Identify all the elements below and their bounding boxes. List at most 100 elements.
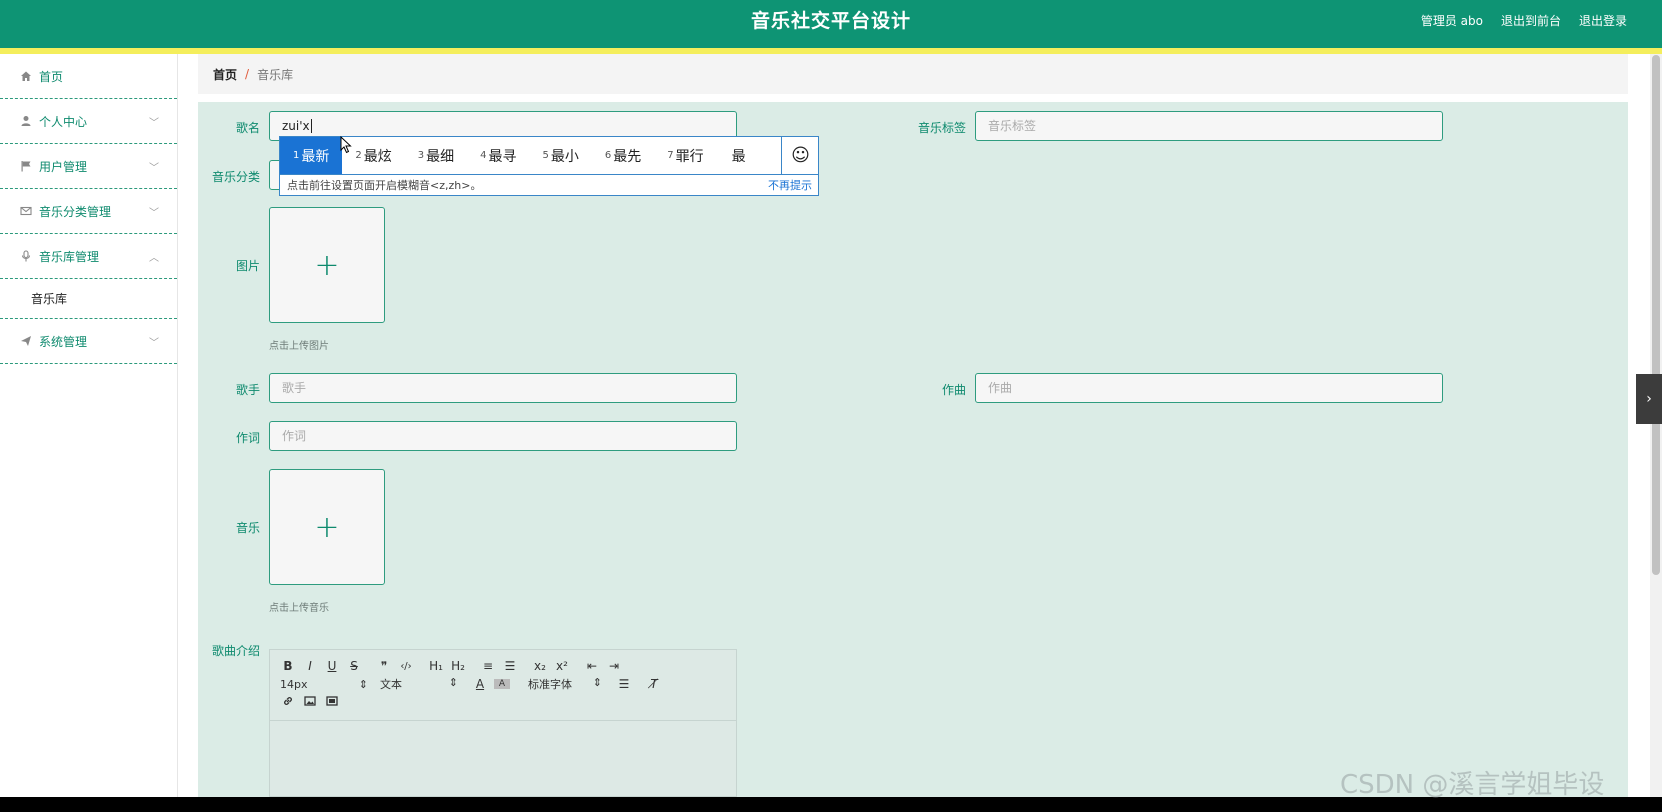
superscript-button[interactable]: x² xyxy=(554,659,570,673)
image-upload-hint: 点击上传图片 xyxy=(269,341,329,352)
mouse-cursor-icon xyxy=(340,135,352,158)
ime-candidate[interactable]: 7 罪行 xyxy=(654,137,716,174)
side-panel-toggle-button[interactable]: › xyxy=(1636,374,1662,424)
ordered-list-button[interactable]: ≡ xyxy=(480,659,496,673)
song-name-label: 歌名 xyxy=(235,121,260,135)
subscript-button[interactable]: x₂ xyxy=(532,659,548,673)
music-tag-input[interactable]: 音乐标签 xyxy=(975,111,1443,141)
editor-content-area[interactable] xyxy=(270,720,736,797)
header-actions: 管理员 abo 退出到前台 退出登录 xyxy=(1421,0,1627,42)
watermark: CSDN @溪言学姐毕设 xyxy=(1340,770,1605,800)
exit-to-front-link[interactable]: 退出到前台 xyxy=(1501,0,1561,42)
video-icon[interactable] xyxy=(324,695,340,710)
bullet-list-button[interactable]: ☰ xyxy=(502,659,518,673)
music-label: 音乐 xyxy=(235,521,260,535)
font-family-select[interactable]: 标准字体 ⇕ xyxy=(528,676,602,692)
image-label: 图片 xyxy=(235,259,260,273)
ime-candidate-list: 1 最新 2 最炫 3 最细 4 最寻 5 最小 6 最先 7 罪行 最 xyxy=(280,137,780,174)
ime-candidate-number: 5 xyxy=(542,150,549,161)
rich-text-editor: B I U S ❞ ‹/› H₁ H₂ ≡ ☰ x₂ x² ⇤ ⇥ 14px ⇕ … xyxy=(269,649,737,797)
music-upload-button[interactable]: + xyxy=(269,469,385,585)
chevron-up-icon: ︿ xyxy=(149,253,159,264)
ime-candidate[interactable]: 5 最小 xyxy=(530,137,592,174)
sidebar-item-system-management[interactable]: 系统管理 ﹀ xyxy=(0,319,177,364)
ime-candidate-text: 最 xyxy=(731,148,746,165)
chevron-down-icon: ﹀ xyxy=(149,118,159,129)
ime-tip-text[interactable]: 点击前往设置页面开启模糊音<z,zh>。 xyxy=(287,179,481,192)
sidebar-item-user-management[interactable]: 用户管理 ﹀ xyxy=(0,144,177,189)
ime-candidate[interactable]: 6 最先 xyxy=(592,137,654,174)
background-color-icon[interactable]: A xyxy=(494,679,510,689)
top-header: 音乐社交平台设计 管理员 abo 退出到前台 退出登录 xyxy=(0,0,1662,48)
composer-input[interactable]: 作曲 xyxy=(975,373,1443,403)
clear-format-icon[interactable]: T̸ xyxy=(646,677,662,691)
heading-2-button[interactable]: H₂ xyxy=(450,659,466,673)
breadcrumb-home[interactable]: 首页 xyxy=(213,66,237,83)
bold-button[interactable]: B xyxy=(280,659,296,673)
lyricist-input[interactable]: 作词 xyxy=(269,421,737,451)
ime-tip-bar: 点击前往设置页面开启模糊音<z,zh>。 不再提示 xyxy=(280,174,818,196)
breadcrumb: 首页 / 音乐库 xyxy=(198,54,1628,94)
indent-button[interactable]: ⇥ xyxy=(606,659,622,673)
breadcrumb-separator: / xyxy=(245,67,250,81)
sidebar: 首页 个人中心 ﹀ 用户管理 ﹀ 音乐分类管理 ﹀ 音乐库管理 ︿ 音乐库 系统… xyxy=(0,54,178,797)
composer-label: 作曲 xyxy=(941,383,966,397)
heading-1-button[interactable]: H₁ xyxy=(428,659,444,673)
ime-dismiss-link[interactable]: 不再提示 xyxy=(768,175,812,196)
vertical-scrollbar[interactable] xyxy=(1650,54,1662,797)
font-size-select[interactable]: 14px ⇕ xyxy=(280,678,368,691)
editor-toolbar-row-2: 14px ⇕ 文本 ⇕ A A 标准字体 ⇕ ☰ T̸ xyxy=(280,676,668,692)
plus-icon: + xyxy=(314,509,340,545)
home-icon xyxy=(20,70,32,82)
ime-candidate-text: 最新 xyxy=(301,148,330,165)
image-upload-button[interactable]: + xyxy=(269,207,385,323)
select-arrows-icon: ⇕ xyxy=(448,676,458,689)
ime-candidate-text: 罪行 xyxy=(675,148,704,165)
ime-candidate[interactable]: 1 最新 xyxy=(280,137,343,174)
music-upload-hint: 点击上传音乐 xyxy=(269,603,329,614)
blockquote-button[interactable]: ❞ xyxy=(376,659,392,673)
chevron-right-icon: › xyxy=(1646,391,1652,407)
song-intro-label: 歌曲介绍 xyxy=(211,644,260,658)
image-icon[interactable] xyxy=(302,695,318,710)
sidebar-item-music-library-management[interactable]: 音乐库管理 ︿ xyxy=(0,234,177,279)
ime-candidate-number: 3 xyxy=(417,150,425,161)
ime-candidate-text: 最细 xyxy=(426,148,455,165)
ime-candidate[interactable]: 4 最寻 xyxy=(467,137,529,174)
sidebar-subitem-music-library[interactable]: 音乐库 xyxy=(0,279,177,319)
outdent-button[interactable]: ⇤ xyxy=(584,659,600,673)
send-icon xyxy=(20,335,32,347)
ime-candidate-text: 最小 xyxy=(550,148,579,165)
site-title: 音乐社交平台设计 xyxy=(750,10,911,32)
ime-candidate[interactable]: 最 xyxy=(717,137,759,174)
font-color-icon[interactable]: A xyxy=(472,677,488,691)
ime-candidate-popup: 1 最新 2 最炫 3 最细 4 最寻 5 最小 6 最先 7 罪行 最 ☺ 点击前往设置页面… xyxy=(279,136,819,196)
plus-icon: + xyxy=(314,247,340,283)
logout-link[interactable]: 退出登录 xyxy=(1579,0,1627,42)
align-icon[interactable]: ☰ xyxy=(616,677,632,691)
underline-button[interactable]: U xyxy=(324,659,340,673)
emoji-icon[interactable]: ☺ xyxy=(781,137,819,174)
ime-candidate-number: 2 xyxy=(355,150,362,161)
link-icon[interactable] xyxy=(280,695,296,710)
select-arrows-icon: ⇕ xyxy=(358,677,368,691)
sidebar-item-home[interactable]: 首页 xyxy=(0,54,177,99)
ime-candidate-number: 6 xyxy=(604,150,612,161)
sidebar-item-label: 音乐库管理 xyxy=(39,249,100,264)
editor-toolbar-row-3 xyxy=(280,695,346,710)
app-window: 音乐社交平台设计 管理员 abo 退出到前台 退出登录 首页 个人中心 ﹀ 用户… xyxy=(0,0,1662,797)
breadcrumb-current: 音乐库 xyxy=(257,67,294,82)
singer-input[interactable]: 歌手 xyxy=(269,373,737,403)
sidebar-item-category-management[interactable]: 音乐分类管理 ﹀ xyxy=(0,189,177,234)
lyricist-label: 作词 xyxy=(235,431,260,445)
scrollbar-thumb[interactable] xyxy=(1652,55,1660,575)
ime-candidate-number: 1 xyxy=(293,150,300,161)
sidebar-item-personal-center[interactable]: 个人中心 ﹀ xyxy=(0,99,177,144)
code-block-button[interactable]: ‹/› xyxy=(398,661,414,672)
text-format-select[interactable]: 文本 ⇕ xyxy=(380,676,458,692)
ime-candidate[interactable]: 3 最细 xyxy=(405,137,467,174)
music-category-label: 音乐分类 xyxy=(211,170,260,184)
italic-button[interactable]: I xyxy=(302,659,318,673)
sidebar-item-label: 音乐分类管理 xyxy=(39,204,112,219)
strike-button[interactable]: S xyxy=(346,659,362,673)
